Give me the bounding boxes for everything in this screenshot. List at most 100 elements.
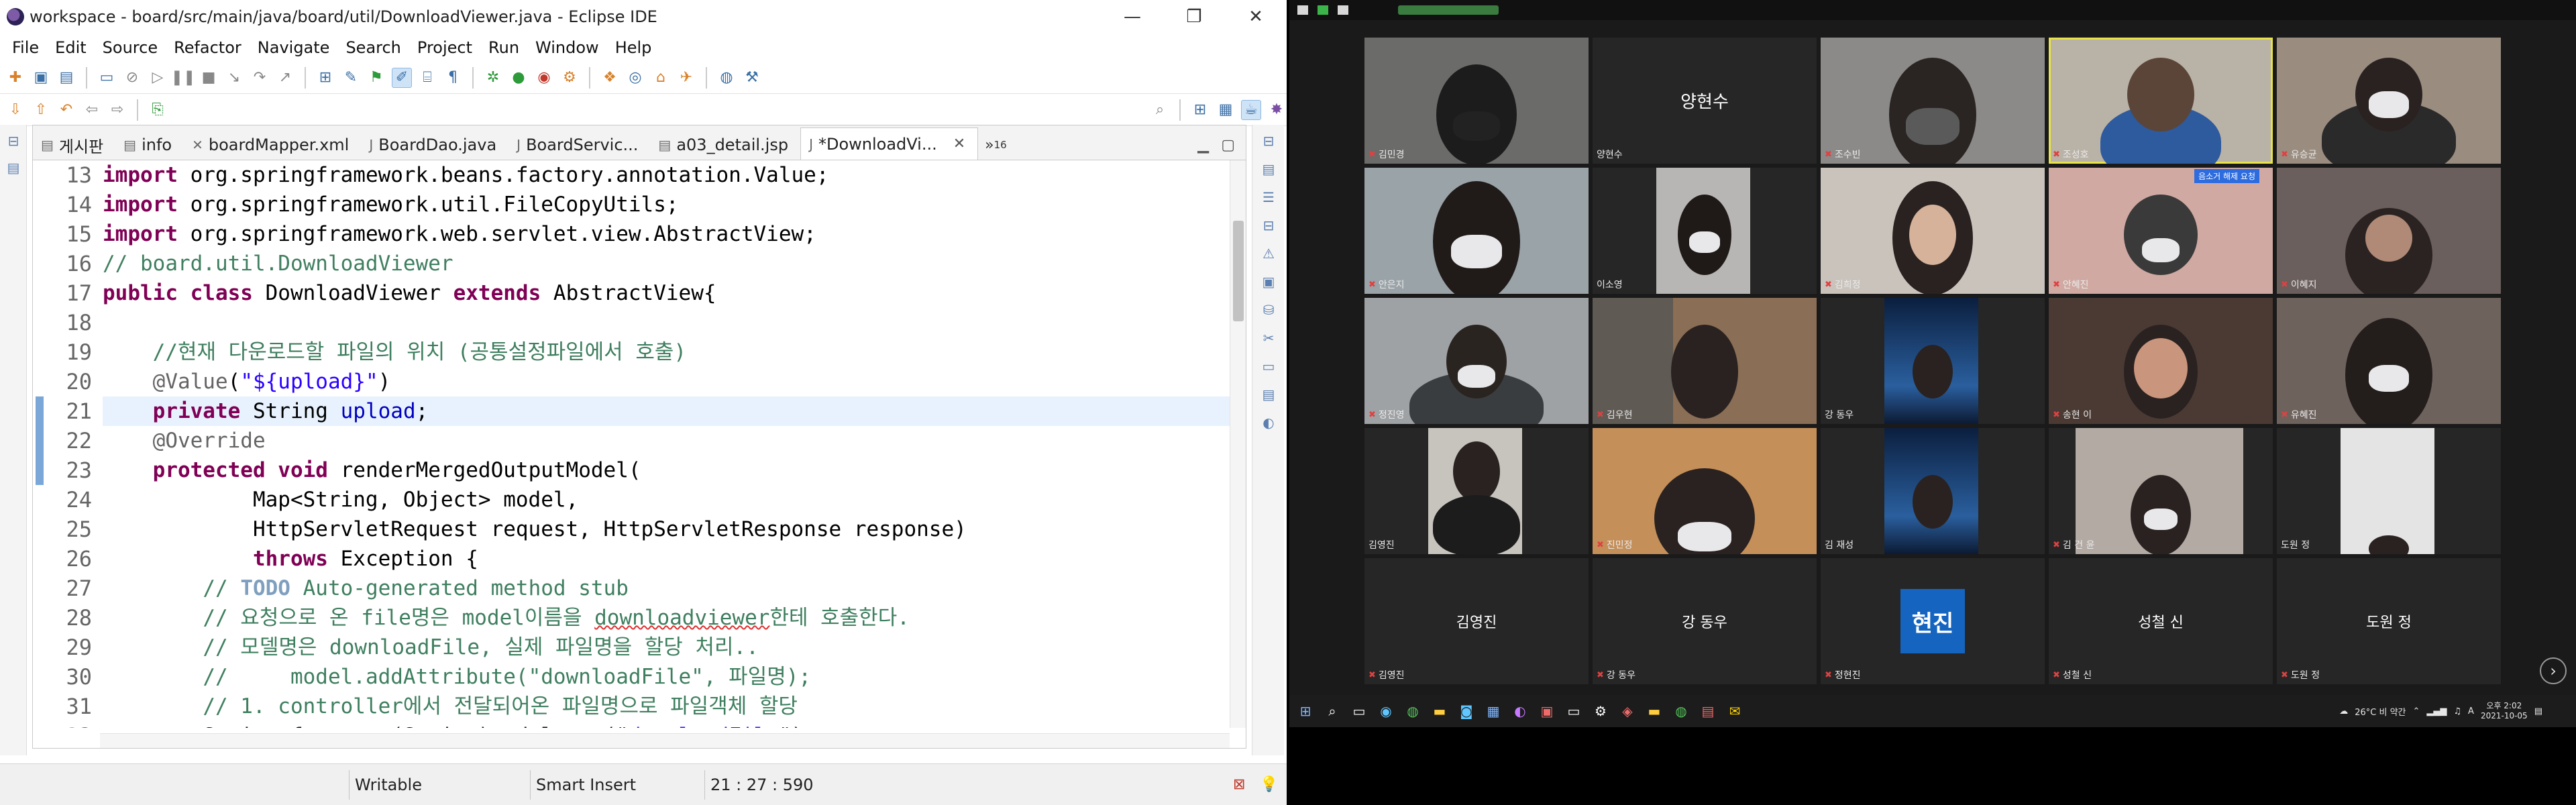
terminal-app-icon[interactable]: ▭ — [1563, 700, 1585, 722]
menu-edit[interactable]: Edit — [47, 38, 94, 57]
menu-search[interactable]: Search — [337, 38, 409, 57]
zoom-menu-icon[interactable] — [1338, 5, 1348, 15]
save-all-icon[interactable]: ▤ — [56, 68, 76, 88]
participant-tile[interactable]: 현진 ✖ 정현진 — [1821, 558, 2045, 684]
chrome-browser-icon[interactable]: ◍ — [1402, 700, 1424, 722]
save-icon[interactable]: ▣ — [31, 68, 51, 88]
participant-tile[interactable]: 강 동우 — [1821, 298, 2045, 424]
problems-icon[interactable]: ⚠ — [1258, 246, 1279, 266]
notifications-icon[interactable]: ▤ — [2534, 706, 2542, 716]
mark-occurrences-icon[interactable]: ✐ — [392, 67, 412, 88]
participant-tile[interactable]: 음소거 해제 요청 ✖ 안혜진 — [2049, 168, 2273, 294]
new-java-package-icon[interactable]: ❖ — [600, 68, 620, 88]
next-annotation-icon[interactable]: ⇩ — [5, 100, 25, 120]
weather-text[interactable]: 26°C 비 약간 — [2355, 705, 2406, 718]
zoom-app-icon[interactable]: ◙ — [1456, 700, 1477, 722]
step-into-icon[interactable]: ↘ — [224, 68, 244, 88]
edge-browser-icon[interactable]: ◉ — [1375, 700, 1397, 722]
search-icon[interactable]: ⌕ — [1322, 700, 1343, 722]
minimize-icon[interactable]: — — [1102, 7, 1163, 27]
calendar-app-icon[interactable]: ▦ — [1483, 700, 1504, 722]
participant-tile[interactable]: ✖ 진민정 — [1593, 428, 1817, 554]
next-page-button[interactable]: › — [2540, 657, 2567, 684]
terminate-icon[interactable]: ■ — [199, 68, 219, 88]
vertical-scrollbar[interactable] — [1230, 160, 1246, 728]
participant-tile[interactable]: 도원 정 — [2277, 428, 2501, 554]
kakaotalk-app-icon[interactable]: ✉ — [1724, 700, 1746, 722]
input-language[interactable]: A — [2468, 706, 2474, 716]
menu-help[interactable]: Help — [607, 38, 660, 57]
folder-app-icon[interactable]: ▬ — [1644, 700, 1665, 722]
scrollbar-thumb[interactable] — [1233, 221, 1244, 321]
participant-tile[interactable]: ✖ 조수빈 — [1821, 38, 2045, 164]
previous-annotation-icon[interactable]: ⇧ — [31, 100, 51, 120]
block-selection-icon[interactable]: ⌸ — [417, 68, 437, 88]
quick-access-search-icon[interactable]: ⌕ — [1150, 100, 1170, 120]
participant-tile[interactable]: 이소영 — [1593, 168, 1817, 294]
participant-tile[interactable]: 강 동우 ✖ 강 동우 — [1593, 558, 1817, 684]
console-icon[interactable]: ▭ — [97, 68, 117, 88]
participant-tile[interactable]: ✖ 김희정 — [1821, 168, 2045, 294]
restore-icon[interactable]: ⊟ — [1258, 133, 1279, 153]
participant-tile[interactable]: ✖ 이혜지 — [2277, 168, 2501, 294]
participant-tile[interactable]: ✖ 김우현 — [1593, 298, 1817, 424]
editor-tab[interactable]: J BoardServic... — [508, 130, 650, 160]
minimize-view-icon[interactable]: ▁ — [1197, 137, 1209, 154]
new-icon[interactable]: ✚ — [5, 68, 25, 88]
debug-icon[interactable]: ✲ — [483, 68, 503, 88]
menu-refactor[interactable]: Refactor — [166, 38, 250, 57]
pin-editor-icon[interactable]: ⎘ — [148, 100, 168, 120]
forward-icon[interactable]: ⇨ — [107, 100, 127, 120]
resume-icon[interactable]: ▷ — [148, 68, 168, 88]
powerpoint-app-icon[interactable]: ▣ — [1536, 700, 1558, 722]
settings-gear-icon[interactable]: ⚙ — [1590, 700, 1611, 722]
outline-icon[interactable]: ▤ — [1258, 161, 1279, 181]
task-view-icon[interactable]: ▭ — [1348, 700, 1370, 722]
run-coverage-icon[interactable]: ◉ — [534, 68, 554, 88]
menu-file[interactable]: File — [4, 38, 47, 57]
participant-tile[interactable]: ✖ 안은지 — [1364, 168, 1589, 294]
participant-tile[interactable]: ✖ 유혜진 — [2277, 298, 2501, 424]
clock[interactable]: 오후 2:02 2021-10-05 — [2481, 701, 2528, 721]
unmute-request-badge[interactable]: 음소거 해제 요청 — [2194, 169, 2259, 183]
editor-tab[interactable]: ✕ boardMapper.xml — [184, 130, 361, 160]
search-icon[interactable]: ✈ — [676, 68, 696, 88]
participant-tile[interactable]: 성철 신 ✖ 성철 신 — [2049, 558, 2273, 684]
participant-tile[interactable]: 김 재성 — [1821, 428, 2045, 554]
editor-tab[interactable]: ▤ info — [115, 130, 184, 160]
terminal-icon[interactable]: ▭ — [1258, 358, 1279, 378]
back-icon[interactable]: ⇦ — [82, 100, 102, 120]
run-icon[interactable]: ● — [508, 68, 529, 88]
editor-tab-active[interactable]: J *DownloadVi... ✕ — [800, 127, 979, 160]
menu-run[interactable]: Run — [480, 38, 527, 57]
console-icon[interactable]: ▤ — [1258, 386, 1279, 407]
menu-window[interactable]: Window — [527, 38, 607, 57]
tray-overflow-icon[interactable]: ⌃ — [2412, 706, 2420, 716]
code-text[interactable]: import org.springframework.beans.factory… — [103, 160, 1243, 728]
participant-tile[interactable]: 도원 정 ✖ 도원 정 — [2277, 558, 2501, 684]
close-icon[interactable]: ✕ — [1225, 7, 1287, 27]
open-type-icon[interactable]: ⊞ — [315, 68, 335, 88]
editor-tab[interactable]: ▤ 게시판 — [33, 130, 115, 160]
maximize-icon[interactable]: ❐ — [1163, 7, 1225, 27]
snippets-icon[interactable]: ✂ — [1258, 330, 1279, 350]
annotation-icon[interactable]: ⚑ — [366, 68, 386, 88]
participant-tile[interactable]: ✖ 송현 이 — [2049, 298, 2273, 424]
menu-source[interactable]: Source — [95, 38, 166, 57]
participant-tile[interactable]: ✖ 정진영 — [1364, 298, 1589, 424]
new-class-icon[interactable]: ◎ — [625, 68, 645, 88]
chrome-profile-icon[interactable]: ◍ — [1670, 700, 1692, 722]
volume-icon[interactable]: ♫ — [2453, 706, 2461, 716]
show-whitespace-icon[interactable]: ¶ — [443, 68, 463, 88]
problems-status-icon[interactable]: ⊠ — [1233, 776, 1260, 793]
zoom-security-icon[interactable] — [1318, 5, 1328, 15]
open-task-icon[interactable]: ✎ — [341, 68, 361, 88]
debug-perspective-icon[interactable]: ✸ — [1267, 100, 1287, 120]
participant-tile[interactable]: ✖ 김민경 — [1364, 38, 1589, 164]
open-folder-icon[interactable]: ⌂ — [651, 68, 671, 88]
notes-app-icon[interactable]: ▤ — [1697, 700, 1719, 722]
server-icon[interactable]: ⚒ — [742, 68, 762, 88]
network-icon[interactable]: ▂▄▆ — [2426, 706, 2447, 716]
web-browser-icon[interactable]: ◍ — [716, 68, 737, 88]
servers-icon[interactable]: ▣ — [1258, 274, 1279, 294]
